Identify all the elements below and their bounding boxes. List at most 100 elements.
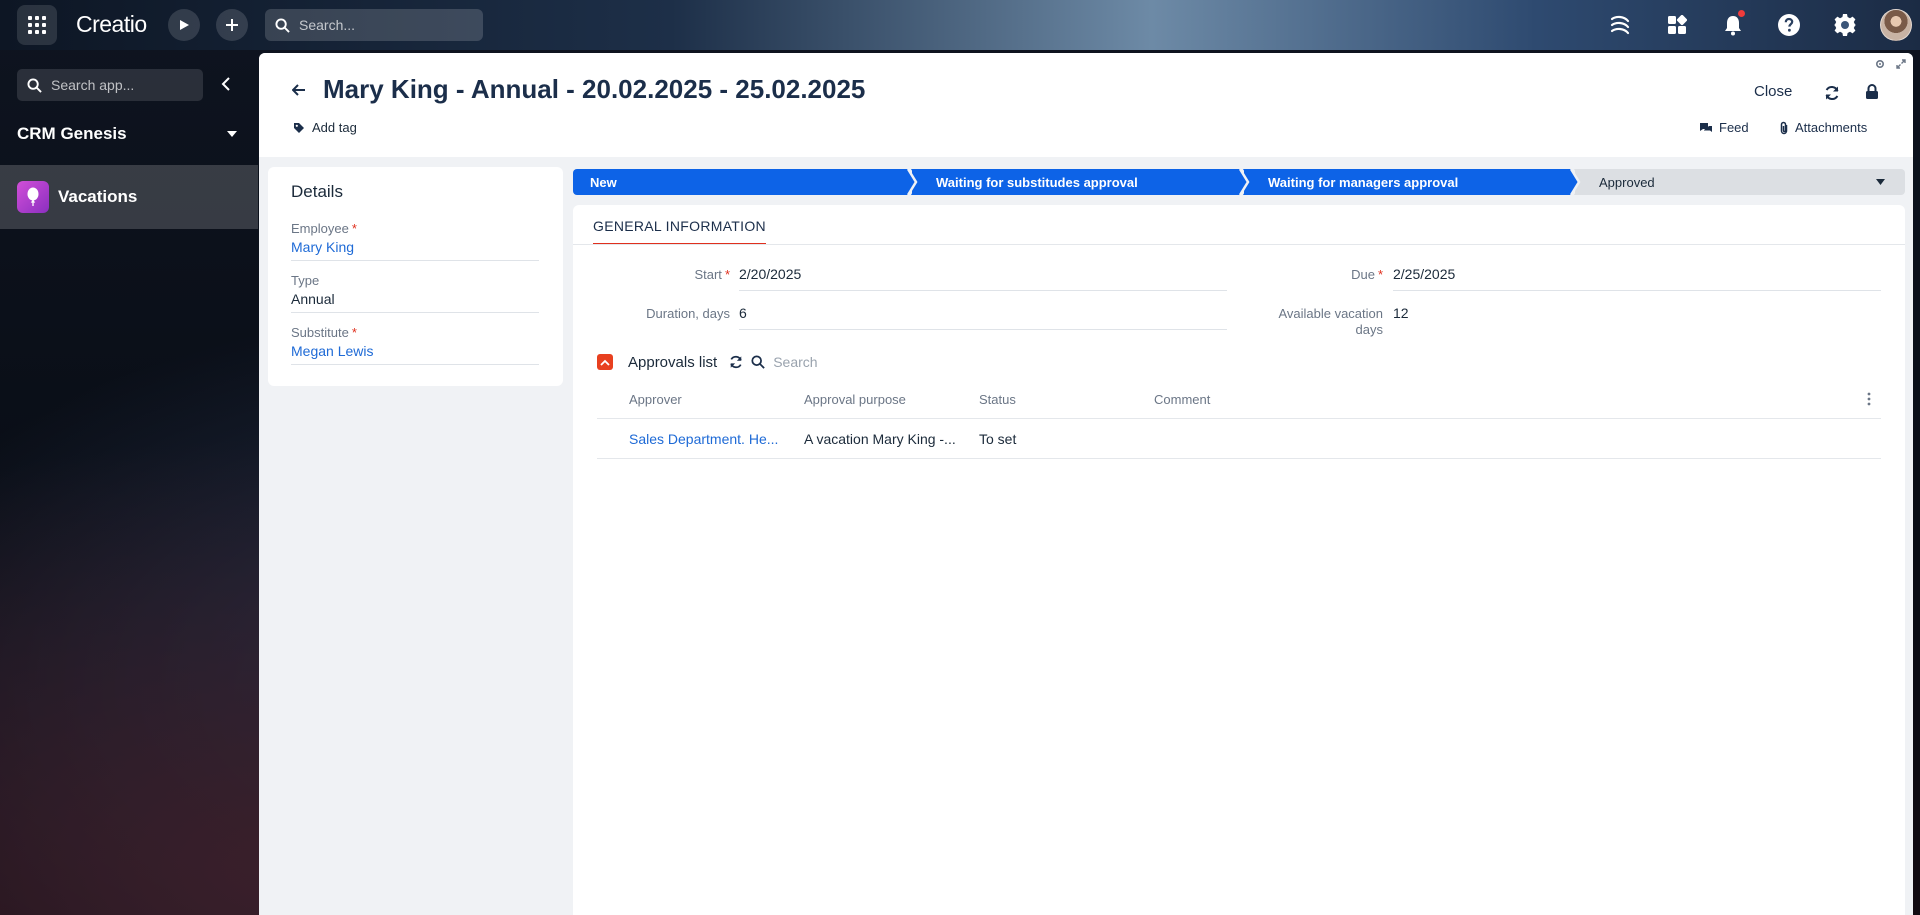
required-marker: *: [724, 267, 730, 282]
add-button[interactable]: [216, 9, 248, 41]
stage-label: New: [590, 174, 617, 190]
grid-icon: [28, 16, 46, 34]
close-button[interactable]: Close: [1754, 83, 1792, 100]
tab-divider: [573, 244, 1905, 245]
help-icon: [1778, 14, 1800, 36]
available-days-field: 12: [1393, 305, 1409, 321]
column-header-comment[interactable]: Comment: [1154, 392, 1210, 407]
user-avatar[interactable]: [1880, 9, 1912, 41]
chat-icon: [1700, 122, 1712, 132]
due-label: Due *: [1193, 267, 1383, 282]
column-header-approval-purpose[interactable]: Approval purpose: [804, 392, 906, 407]
settings-button[interactable]: [1832, 12, 1858, 38]
creatio-ai-button[interactable]: [1607, 12, 1633, 38]
stage-label: Approved: [1599, 174, 1655, 190]
back-button[interactable]: [289, 80, 309, 100]
add-tag-label: Add tag: [312, 120, 357, 135]
duration-field[interactable]: 6: [739, 305, 1227, 330]
approver-cell[interactable]: Sales Department. He...: [629, 431, 789, 447]
attachments-label: Attachments: [1795, 120, 1868, 135]
employee-field[interactable]: Employee * Mary King: [291, 221, 539, 261]
page-title: Mary King - Annual - 20.02.2025 - 25.02.…: [323, 74, 866, 104]
substitute-label-text: Substitute: [291, 325, 349, 340]
caret-down-icon: [1876, 179, 1885, 185]
add-tag-button[interactable]: Add tag: [293, 120, 357, 135]
plus-icon: [226, 19, 238, 31]
due-date-field[interactable]: 2/25/2025: [1393, 266, 1881, 291]
column-header-approver[interactable]: Approver: [629, 392, 682, 407]
play-icon: [180, 20, 189, 30]
approvals-search-input[interactable]: Search: [773, 354, 817, 370]
stage-approved[interactable]: Approved: [1575, 169, 1905, 195]
run-process-button[interactable]: [168, 9, 200, 41]
page-header: Mary King - Annual - 20.02.2025 - 25.02.…: [259, 53, 1913, 157]
refresh-icon[interactable]: [729, 355, 743, 369]
sidebar: Search app... CRM Genesis Vacations: [0, 50, 258, 915]
record-page: Mary King - Annual - 20.02.2025 - 25.02.…: [259, 53, 1913, 915]
approval-purpose-cell: A vacation Mary King -...: [804, 431, 956, 447]
approvals-title: Approvals list: [628, 353, 718, 371]
workspace-name: CRM Genesis: [17, 124, 127, 143]
stage-waiting-managers[interactable]: Waiting for managers approval: [1244, 169, 1571, 195]
page-settings-icon[interactable]: [1875, 59, 1885, 69]
start-label-text: Start: [694, 267, 722, 282]
approvals-header: Approvals list Search: [597, 351, 818, 373]
sidebar-item-label: Vacations: [58, 187, 138, 206]
stage-waiting-substitutes[interactable]: Waiting for substitudes approval: [912, 169, 1240, 195]
ai-icon: [1610, 15, 1630, 35]
chevron-up-icon: [600, 359, 610, 366]
tab-general-information[interactable]: GENERAL INFORMATION: [593, 218, 766, 245]
global-search-input[interactable]: Search...: [265, 9, 483, 41]
details-title: Details: [291, 182, 343, 201]
app-hub-button[interactable]: [1664, 12, 1690, 38]
app-search-input[interactable]: Search app...: [17, 69, 203, 101]
stage-separator: [1237, 169, 1251, 195]
substitute-value[interactable]: Megan Lewis: [291, 343, 539, 359]
available-days-label-line1: Available vacation: [1278, 306, 1383, 321]
top-bar: Creatio Search...: [0, 0, 1920, 50]
available-days-label: Available vacation days: [1213, 306, 1383, 338]
start-date-field[interactable]: 2/20/2025: [739, 266, 1227, 291]
sidebar-item-vacations[interactable]: Vacations: [0, 165, 258, 229]
creatio-logo: Creatio: [76, 11, 147, 37]
stage-label: Waiting for managers approval: [1268, 174, 1459, 190]
refresh-button[interactable]: [1823, 84, 1841, 102]
expand-icon[interactable]: [1896, 59, 1906, 69]
required-marker: *: [351, 221, 357, 236]
lock-icon: [1866, 84, 1878, 99]
bell-icon: [1725, 16, 1741, 36]
employee-label: Employee *: [291, 221, 539, 236]
column-header-status[interactable]: Status: [979, 392, 1016, 407]
collapse-sidebar-button[interactable]: [216, 74, 236, 94]
feed-button[interactable]: Feed: [1699, 120, 1749, 135]
required-marker: *: [1377, 267, 1383, 282]
stage-new[interactable]: New: [573, 169, 908, 195]
gear-icon: [1834, 14, 1856, 36]
start-label: Start *: [643, 267, 730, 282]
due-label-text: Due: [1351, 267, 1375, 282]
collapse-approvals-button[interactable]: [597, 354, 613, 370]
general-info-section: GENERAL INFORMATION Start * 2/20/2025 Due…: [573, 205, 1905, 915]
search-icon[interactable]: [751, 355, 765, 369]
table-row[interactable]: Sales Department. He... A vacation Mary …: [597, 419, 1881, 459]
status-cell: To set: [979, 431, 1017, 447]
lock-button[interactable]: [1863, 83, 1881, 101]
search-icon: [27, 77, 42, 93]
stage-separator: [1568, 169, 1582, 195]
tag-icon: [294, 122, 304, 133]
more-vertical-icon[interactable]: [1867, 392, 1871, 406]
app-search-placeholder: Search app...: [51, 77, 135, 93]
search-icon: [275, 17, 290, 33]
substitute-field[interactable]: Substitute * Megan Lewis: [291, 325, 539, 365]
employee-label-text: Employee: [291, 221, 349, 236]
employee-value[interactable]: Mary King: [291, 239, 539, 255]
stage-separator: [905, 169, 919, 195]
attachments-button[interactable]: Attachments: [1779, 120, 1867, 135]
apps-grid-button[interactable]: [17, 5, 57, 45]
notifications-button[interactable]: [1720, 10, 1746, 38]
type-value: Annual: [291, 291, 335, 307]
help-button[interactable]: [1776, 12, 1802, 38]
stage-label: Waiting for substitudes approval: [936, 174, 1138, 190]
type-field[interactable]: Type Annual: [291, 273, 539, 313]
workspace-selector[interactable]: CRM Genesis: [17, 122, 237, 146]
